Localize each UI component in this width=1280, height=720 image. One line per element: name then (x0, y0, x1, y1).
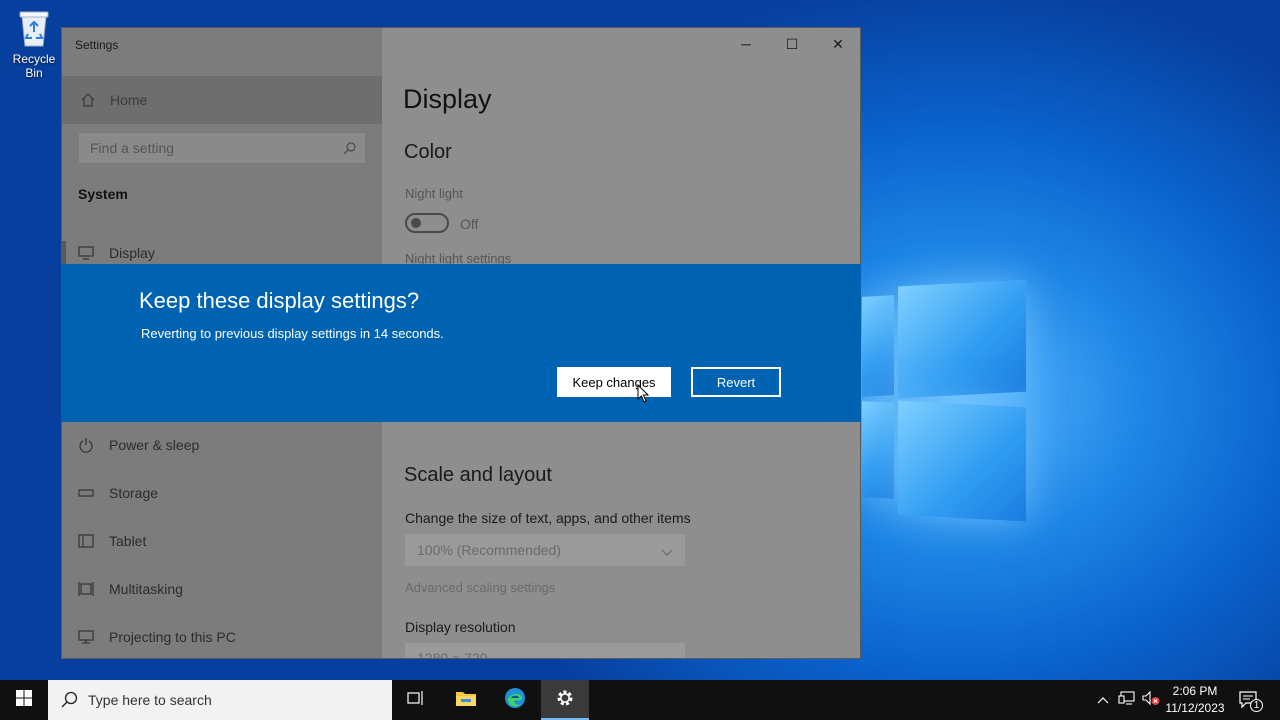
notification-icon: 1 (1239, 691, 1263, 712)
dialog-message: Reverting to previous display settings i… (141, 326, 444, 341)
tablet-icon (78, 533, 94, 549)
start-button[interactable] (0, 680, 48, 720)
resolution-dropdown-value: 1280 × 720 (417, 650, 488, 659)
power-icon (78, 437, 94, 453)
taskbar: Type here to search 2:06 PM 11/12/2023 1 (0, 680, 1280, 720)
settings-taskbar-button[interactable] (541, 680, 589, 720)
show-hidden-icons-button[interactable] (1094, 680, 1112, 720)
night-light-state: Off (460, 216, 479, 232)
chevron-down-icon (661, 653, 673, 658)
task-view-icon (407, 690, 425, 711)
night-light-toggle[interactable] (405, 213, 449, 233)
taskbar-search-placeholder: Type here to search (88, 692, 212, 708)
network-icon (1118, 690, 1136, 711)
advanced-scaling-link[interactable]: Advanced scaling settings (405, 580, 555, 595)
revert-button[interactable]: Revert (691, 367, 781, 397)
monitor-icon (78, 245, 94, 261)
mouse-cursor-icon (637, 383, 650, 408)
network-tray-button[interactable] (1116, 680, 1138, 720)
sidebar-home[interactable]: Home (62, 76, 382, 124)
recycle-bin-icon (17, 8, 51, 48)
sidebar-item-tablet[interactable]: Tablet (62, 521, 382, 561)
taskbar-search-input[interactable]: Type here to search (48, 680, 392, 720)
sidebar-item-label: Power & sleep (109, 437, 200, 453)
find-setting-input[interactable]: Find a setting (78, 132, 366, 164)
windows-start-icon (16, 689, 32, 711)
sidebar-item-power-sleep[interactable]: Power & sleep (62, 425, 382, 465)
recycle-bin[interactable]: Recycle Bin (4, 8, 64, 80)
maximize-button[interactable]: ☐ (769, 28, 815, 60)
sidebar-item-projecting[interactable]: Projecting to this PC (62, 617, 382, 657)
night-light-label: Night light (405, 186, 463, 201)
windows-logo-pane-tr (898, 279, 1026, 399)
volume-tray-button[interactable] (1140, 680, 1162, 720)
notification-count-badge: 1 (1250, 699, 1263, 712)
taskbar-clock[interactable]: 2:06 PM 11/12/2023 (1160, 683, 1230, 717)
minimize-button[interactable]: ─ (723, 28, 769, 60)
scale-dropdown[interactable]: 100% (Recommended) (405, 534, 685, 566)
page-title: Display (403, 84, 492, 114)
settings-gear-icon (555, 688, 575, 713)
home-icon (80, 92, 96, 108)
sidebar-section-heading: System (78, 186, 128, 202)
chevron-down-icon (661, 544, 673, 560)
keep-changes-button[interactable]: Keep changes (557, 367, 671, 397)
recycle-bin-label: Recycle Bin (12, 52, 56, 80)
clock-date: 11/12/2023 (1165, 701, 1225, 715)
projecting-icon (78, 629, 94, 645)
multitasking-icon (78, 581, 94, 597)
scale-label: Change the size of text, apps, and other… (405, 510, 691, 526)
search-icon (343, 141, 357, 158)
storage-icon (78, 485, 94, 501)
volume-muted-icon (1141, 690, 1161, 711)
chevron-up-icon (1097, 691, 1109, 709)
sidebar-item-label: Tablet (109, 533, 147, 549)
windows-logo-pane-tl (862, 295, 894, 397)
sidebar-item-label: Multitasking (109, 581, 183, 597)
action-center-button[interactable]: 1 (1234, 680, 1264, 720)
sidebar-item-label: Projecting to this PC (109, 629, 236, 645)
close-button[interactable]: ✕ (815, 28, 860, 60)
sidebar-item-storage[interactable]: Storage (62, 473, 382, 513)
scale-heading: Scale and layout (404, 464, 552, 486)
edge-icon (504, 687, 526, 714)
scale-dropdown-value: 100% (Recommended) (417, 542, 561, 558)
edge-browser-button[interactable] (491, 680, 539, 720)
find-setting-placeholder: Find a setting (90, 140, 175, 156)
sidebar-item-label: Storage (109, 485, 159, 501)
resolution-label: Display resolution (405, 619, 516, 635)
dialog-title: Keep these display settings? (139, 288, 420, 313)
file-explorer-icon (455, 689, 477, 712)
windows-logo-pane-br (898, 400, 1026, 522)
file-explorer-button[interactable] (442, 680, 490, 720)
sidebar-item-label: Display (109, 245, 155, 261)
windows-logo-pane-bl (862, 401, 894, 499)
resolution-dropdown[interactable]: 1280 × 720 (405, 643, 685, 659)
keep-settings-dialog: Keep these display settings? Reverting t… (61, 264, 861, 422)
clock-time: 2:06 PM (1172, 684, 1218, 698)
search-icon (61, 691, 79, 712)
window-title: Settings (75, 38, 119, 52)
task-view-button[interactable] (392, 680, 440, 720)
sidebar-item-multitasking[interactable]: Multitasking (62, 569, 382, 609)
color-heading: Color (404, 141, 452, 163)
sidebar-home-label: Home (110, 92, 148, 108)
